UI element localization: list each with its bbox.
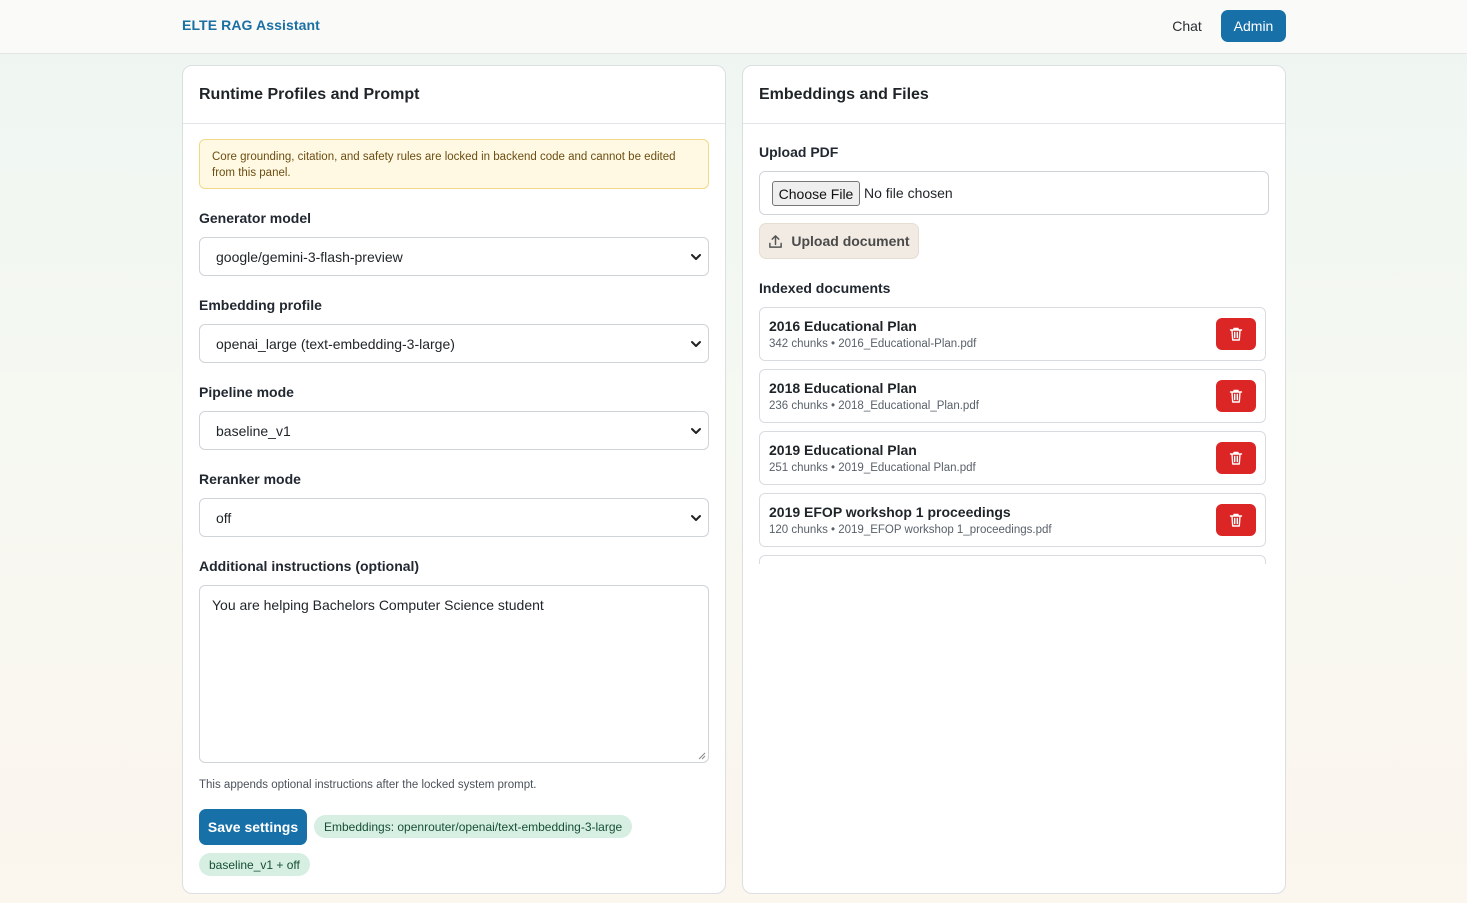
trash-icon <box>1229 327 1243 341</box>
chevron-down-icon <box>691 341 701 347</box>
document-item-partial <box>759 555 1266 564</box>
generator-model-label: Generator model <box>199 210 312 226</box>
document-title: 2018 Educational Plan <box>769 380 917 396</box>
top-navbar: ELTE RAG Assistant Chat Admin <box>0 0 1467 54</box>
document-meta: 251 chunks • 2019_Educational Plan.pdf <box>769 462 976 474</box>
runtime-profiles-card: Runtime Profiles and Prompt Core groundi… <box>182 65 726 894</box>
chevron-down-icon <box>691 515 701 521</box>
document-item: 2018 Educational Plan 236 chunks • 2018_… <box>759 369 1266 423</box>
instructions-label: Additional instructions (optional) <box>199 558 420 574</box>
embeddings-files-card: Embeddings and Files Upload PDF Choose F… <box>742 65 1286 894</box>
choose-file-button[interactable]: Choose File <box>772 181 860 206</box>
upload-document-label: Upload document <box>791 233 910 249</box>
card-title: Runtime Profiles and Prompt <box>183 66 725 124</box>
chevron-down-icon <box>691 428 701 434</box>
nav-chat-link[interactable]: Chat <box>1160 10 1214 42</box>
embedding-profile-label: Embedding profile <box>199 297 322 313</box>
pipeline-mode-label: Pipeline mode <box>199 384 294 400</box>
indexed-documents-label: Indexed documents <box>759 280 891 296</box>
brand-title[interactable]: ELTE RAG Assistant <box>182 17 320 33</box>
document-item: 2019 EFOP workshop 1 proceedings 120 chu… <box>759 493 1266 547</box>
card-title: Embeddings and Files <box>743 66 1285 124</box>
document-title: 2019 Educational Plan <box>769 442 917 458</box>
chevron-down-icon <box>691 254 701 260</box>
resize-grip-icon[interactable] <box>698 752 706 760</box>
reranker-mode-label: Reranker mode <box>199 471 301 487</box>
trash-icon <box>1229 513 1243 527</box>
generator-model-select[interactable]: google/gemini-3-flash-preview <box>199 237 709 276</box>
upload-icon <box>769 234 783 248</box>
delete-document-button[interactable] <box>1216 318 1256 350</box>
document-meta: 236 chunks • 2018_Educational_Plan.pdf <box>769 400 979 412</box>
pipeline-mode-select[interactable]: baseline_v1 <box>199 411 709 450</box>
delete-document-button[interactable] <box>1216 442 1256 474</box>
reranker-mode-value: off <box>216 509 232 526</box>
delete-document-button[interactable] <box>1216 380 1256 412</box>
trash-icon <box>1229 451 1243 465</box>
document-item: 2019 Educational Plan 251 chunks • 2019_… <box>759 431 1266 485</box>
indexed-documents-list[interactable]: 2016 Educational Plan 342 chunks • 2016_… <box>759 307 1266 564</box>
pipeline-badge: baseline_v1 + off <box>199 853 310 876</box>
instructions-textarea[interactable]: You are helping Bachelors Computer Scien… <box>199 585 709 763</box>
document-item: 2016 Educational Plan 342 chunks • 2016_… <box>759 307 1266 361</box>
instructions-text: You are helping Bachelors Computer Scien… <box>212 597 544 613</box>
pdf-file-input[interactable]: Choose File No file chosen <box>759 171 1269 215</box>
locked-rules-alert: Core grounding, citation, and safety rul… <box>199 139 709 189</box>
trash-icon <box>1229 389 1243 403</box>
save-settings-button[interactable]: Save settings <box>199 809 307 845</box>
document-meta: 342 chunks • 2016_Educational-Plan.pdf <box>769 338 977 350</box>
pipeline-mode-value: baseline_v1 <box>216 422 291 439</box>
embedding-profile-select[interactable]: openai_large (text-embedding-3-large) <box>199 324 709 363</box>
reranker-mode-select[interactable]: off <box>199 498 709 537</box>
upload-document-button[interactable]: Upload document <box>759 223 919 259</box>
embeddings-badge: Embeddings: openrouter/openai/text-embed… <box>314 815 633 838</box>
delete-document-button[interactable] <box>1216 504 1256 536</box>
upload-pdf-label: Upload PDF <box>759 144 839 160</box>
document-title: 2019 EFOP workshop 1 proceedings <box>769 504 1011 520</box>
generator-model-value: google/gemini-3-flash-preview <box>216 248 403 265</box>
instructions-help-text: This appends optional instructions after… <box>199 779 537 791</box>
nav-admin-button[interactable]: Admin <box>1221 10 1286 42</box>
embedding-profile-value: openai_large (text-embedding-3-large) <box>216 335 455 352</box>
no-file-text: No file chosen <box>864 185 953 201</box>
document-title: 2016 Educational Plan <box>769 318 917 334</box>
document-meta: 120 chunks • 2019_EFOP workshop 1_procee… <box>769 524 1052 536</box>
